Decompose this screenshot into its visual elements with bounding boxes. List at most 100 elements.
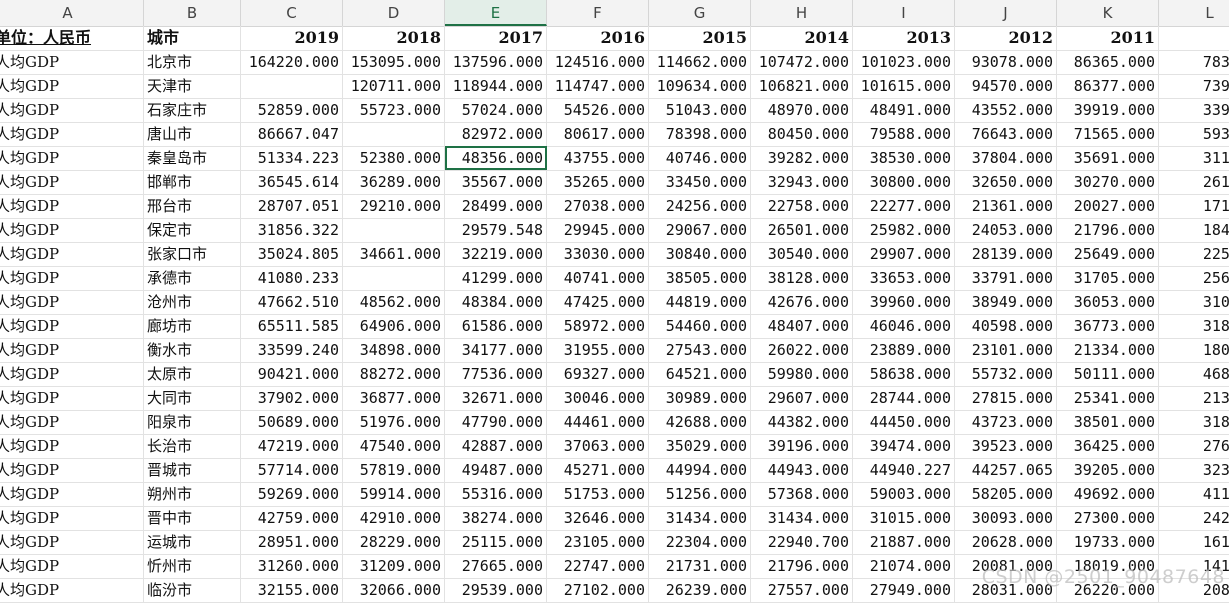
table-cell[interactable]: 36877.000 <box>343 386 445 410</box>
table-cell[interactable]: 人均GDP <box>0 146 144 170</box>
table-cell[interactable]: 人均GDP <box>0 218 144 242</box>
table-cell[interactable]: 人均GDP <box>0 578 144 602</box>
table-cell[interactable]: 32943.000 <box>751 170 853 194</box>
table-cell[interactable]: 30093.000 <box>955 506 1057 530</box>
column-header-c[interactable]: C <box>241 0 343 26</box>
table-cell[interactable] <box>343 266 445 290</box>
table-cell[interactable]: 28707.051 <box>241 194 343 218</box>
table-cell[interactable]: 42910.000 <box>343 506 445 530</box>
table-cell[interactable]: 25649.000 <box>1057 242 1159 266</box>
table-cell[interactable]: 22747.000 <box>547 554 649 578</box>
table-cell[interactable]: 43723.000 <box>955 410 1057 434</box>
table-cell[interactable]: 48970.000 <box>751 98 853 122</box>
table-cell[interactable]: 23105.000 <box>547 530 649 554</box>
table-cell[interactable]: 41107. <box>1159 482 1229 506</box>
table-cell[interactable]: 38274.000 <box>445 506 547 530</box>
table-cell[interactable]: 34177.000 <box>445 338 547 362</box>
table-cell[interactable]: 35029.000 <box>649 434 751 458</box>
table-cell[interactable]: 44940.227 <box>853 458 955 482</box>
table-cell[interactable]: 31955.000 <box>547 338 649 362</box>
table-cell[interactable]: 30540.000 <box>751 242 853 266</box>
table-cell[interactable]: 31434.000 <box>751 506 853 530</box>
table-cell[interactable]: 44382.000 <box>751 410 853 434</box>
table-cell[interactable]: 36425.000 <box>1057 434 1159 458</box>
table-cell[interactable]: 33450.000 <box>649 170 751 194</box>
header-cell-c[interactable]: 2019 <box>241 26 343 50</box>
table-cell[interactable]: 78307. <box>1159 50 1229 74</box>
table-cell[interactable]: 86667.047 <box>241 122 343 146</box>
table-cell[interactable]: 人均GDP <box>0 74 144 98</box>
header-cell-g[interactable]: 2015 <box>649 26 751 50</box>
header-cell-k[interactable]: 2011 <box>1057 26 1159 50</box>
table-cell[interactable]: 93078.000 <box>955 50 1057 74</box>
table-cell[interactable]: 44461.000 <box>547 410 649 434</box>
column-header-i[interactable]: I <box>853 0 955 26</box>
table-cell[interactable]: 42759.000 <box>241 506 343 530</box>
table-cell[interactable]: 长治市 <box>144 434 241 458</box>
table-cell[interactable]: 25699. <box>1159 266 1229 290</box>
table-cell[interactable]: 27815.000 <box>955 386 1057 410</box>
table-cell[interactable]: 29539.000 <box>445 578 547 602</box>
table-cell[interactable]: 人均GDP <box>0 50 144 74</box>
table-cell[interactable]: 164220.000 <box>241 50 343 74</box>
table-cell[interactable]: 廊坊市 <box>144 314 241 338</box>
table-cell[interactable]: 37063.000 <box>547 434 649 458</box>
table-cell[interactable]: 36545.614 <box>241 170 343 194</box>
table-cell[interactable] <box>343 122 445 146</box>
table-cell[interactable]: 64521.000 <box>649 362 751 386</box>
table-cell[interactable]: 36053.000 <box>1057 290 1159 314</box>
table-cell[interactable]: 114747.000 <box>547 74 649 98</box>
table-cell[interactable]: 42688.000 <box>649 410 751 434</box>
table-cell[interactable]: 30840.000 <box>649 242 751 266</box>
table-cell[interactable]: 39205.000 <box>1057 458 1159 482</box>
table-cell[interactable]: 42676.000 <box>751 290 853 314</box>
table-cell[interactable]: 31844. <box>1159 314 1229 338</box>
table-cell[interactable]: 32066.000 <box>343 578 445 602</box>
table-cell[interactable]: 59269.000 <box>241 482 343 506</box>
table-cell[interactable]: 30270.000 <box>1057 170 1159 194</box>
table-cell[interactable]: 26143. <box>1159 170 1229 194</box>
table-cell[interactable]: 31260.000 <box>241 554 343 578</box>
table-cell[interactable]: 36289.000 <box>343 170 445 194</box>
table-cell[interactable]: 51043.000 <box>649 98 751 122</box>
table-cell[interactable]: 28744.000 <box>853 386 955 410</box>
table-cell[interactable]: 27102.000 <box>547 578 649 602</box>
table-cell[interactable]: 人均GDP <box>0 458 144 482</box>
table-cell[interactable]: 39474.000 <box>853 434 955 458</box>
table-cell[interactable]: 21361.000 <box>955 194 1057 218</box>
table-cell[interactable]: 33915. <box>1159 98 1229 122</box>
table-cell[interactable]: 29907.000 <box>853 242 955 266</box>
table-cell[interactable]: 22304.000 <box>649 530 751 554</box>
table-cell[interactable]: 39523.000 <box>955 434 1057 458</box>
header-cell-a[interactable]: 单位：人民币 <box>0 26 144 50</box>
table-cell[interactable]: 阳泉市 <box>144 410 241 434</box>
table-cell[interactable]: 30800.000 <box>853 170 955 194</box>
table-cell[interactable]: 38505.000 <box>649 266 751 290</box>
table-cell[interactable]: 23889.000 <box>853 338 955 362</box>
column-header-g[interactable]: G <box>649 0 751 26</box>
table-cell[interactable]: 人均GDP <box>0 530 144 554</box>
table-cell[interactable]: 28951.000 <box>241 530 343 554</box>
table-cell[interactable]: 人均GDP <box>0 98 144 122</box>
table-cell[interactable]: 人均GDP <box>0 554 144 578</box>
table-cell[interactable]: 21796.000 <box>751 554 853 578</box>
table-cell[interactable]: 86377.000 <box>1057 74 1159 98</box>
table-cell[interactable]: 27300.000 <box>1057 506 1159 530</box>
table-cell[interactable]: 49487.000 <box>445 458 547 482</box>
column-header-e[interactable]: E <box>445 0 547 26</box>
table-cell[interactable]: 28139.000 <box>955 242 1057 266</box>
table-cell[interactable]: 21369. <box>1159 386 1229 410</box>
table-cell[interactable]: 人均GDP <box>0 242 144 266</box>
table-cell[interactable]: 27038.000 <box>547 194 649 218</box>
table-cell[interactable]: 54526.000 <box>547 98 649 122</box>
table-cell[interactable]: 80617.000 <box>547 122 649 146</box>
table-cell[interactable]: 32337. <box>1159 458 1229 482</box>
table-cell[interactable]: 32646.000 <box>547 506 649 530</box>
column-header-l[interactable]: L <box>1159 0 1229 26</box>
table-cell[interactable]: 人均GDP <box>0 386 144 410</box>
table-cell[interactable]: 52380.000 <box>343 146 445 170</box>
table-cell[interactable]: 55732.000 <box>955 362 1057 386</box>
table-cell[interactable]: 19733.000 <box>1057 530 1159 554</box>
table-cell[interactable]: 人均GDP <box>0 266 144 290</box>
table-cell[interactable]: 21887.000 <box>853 530 955 554</box>
